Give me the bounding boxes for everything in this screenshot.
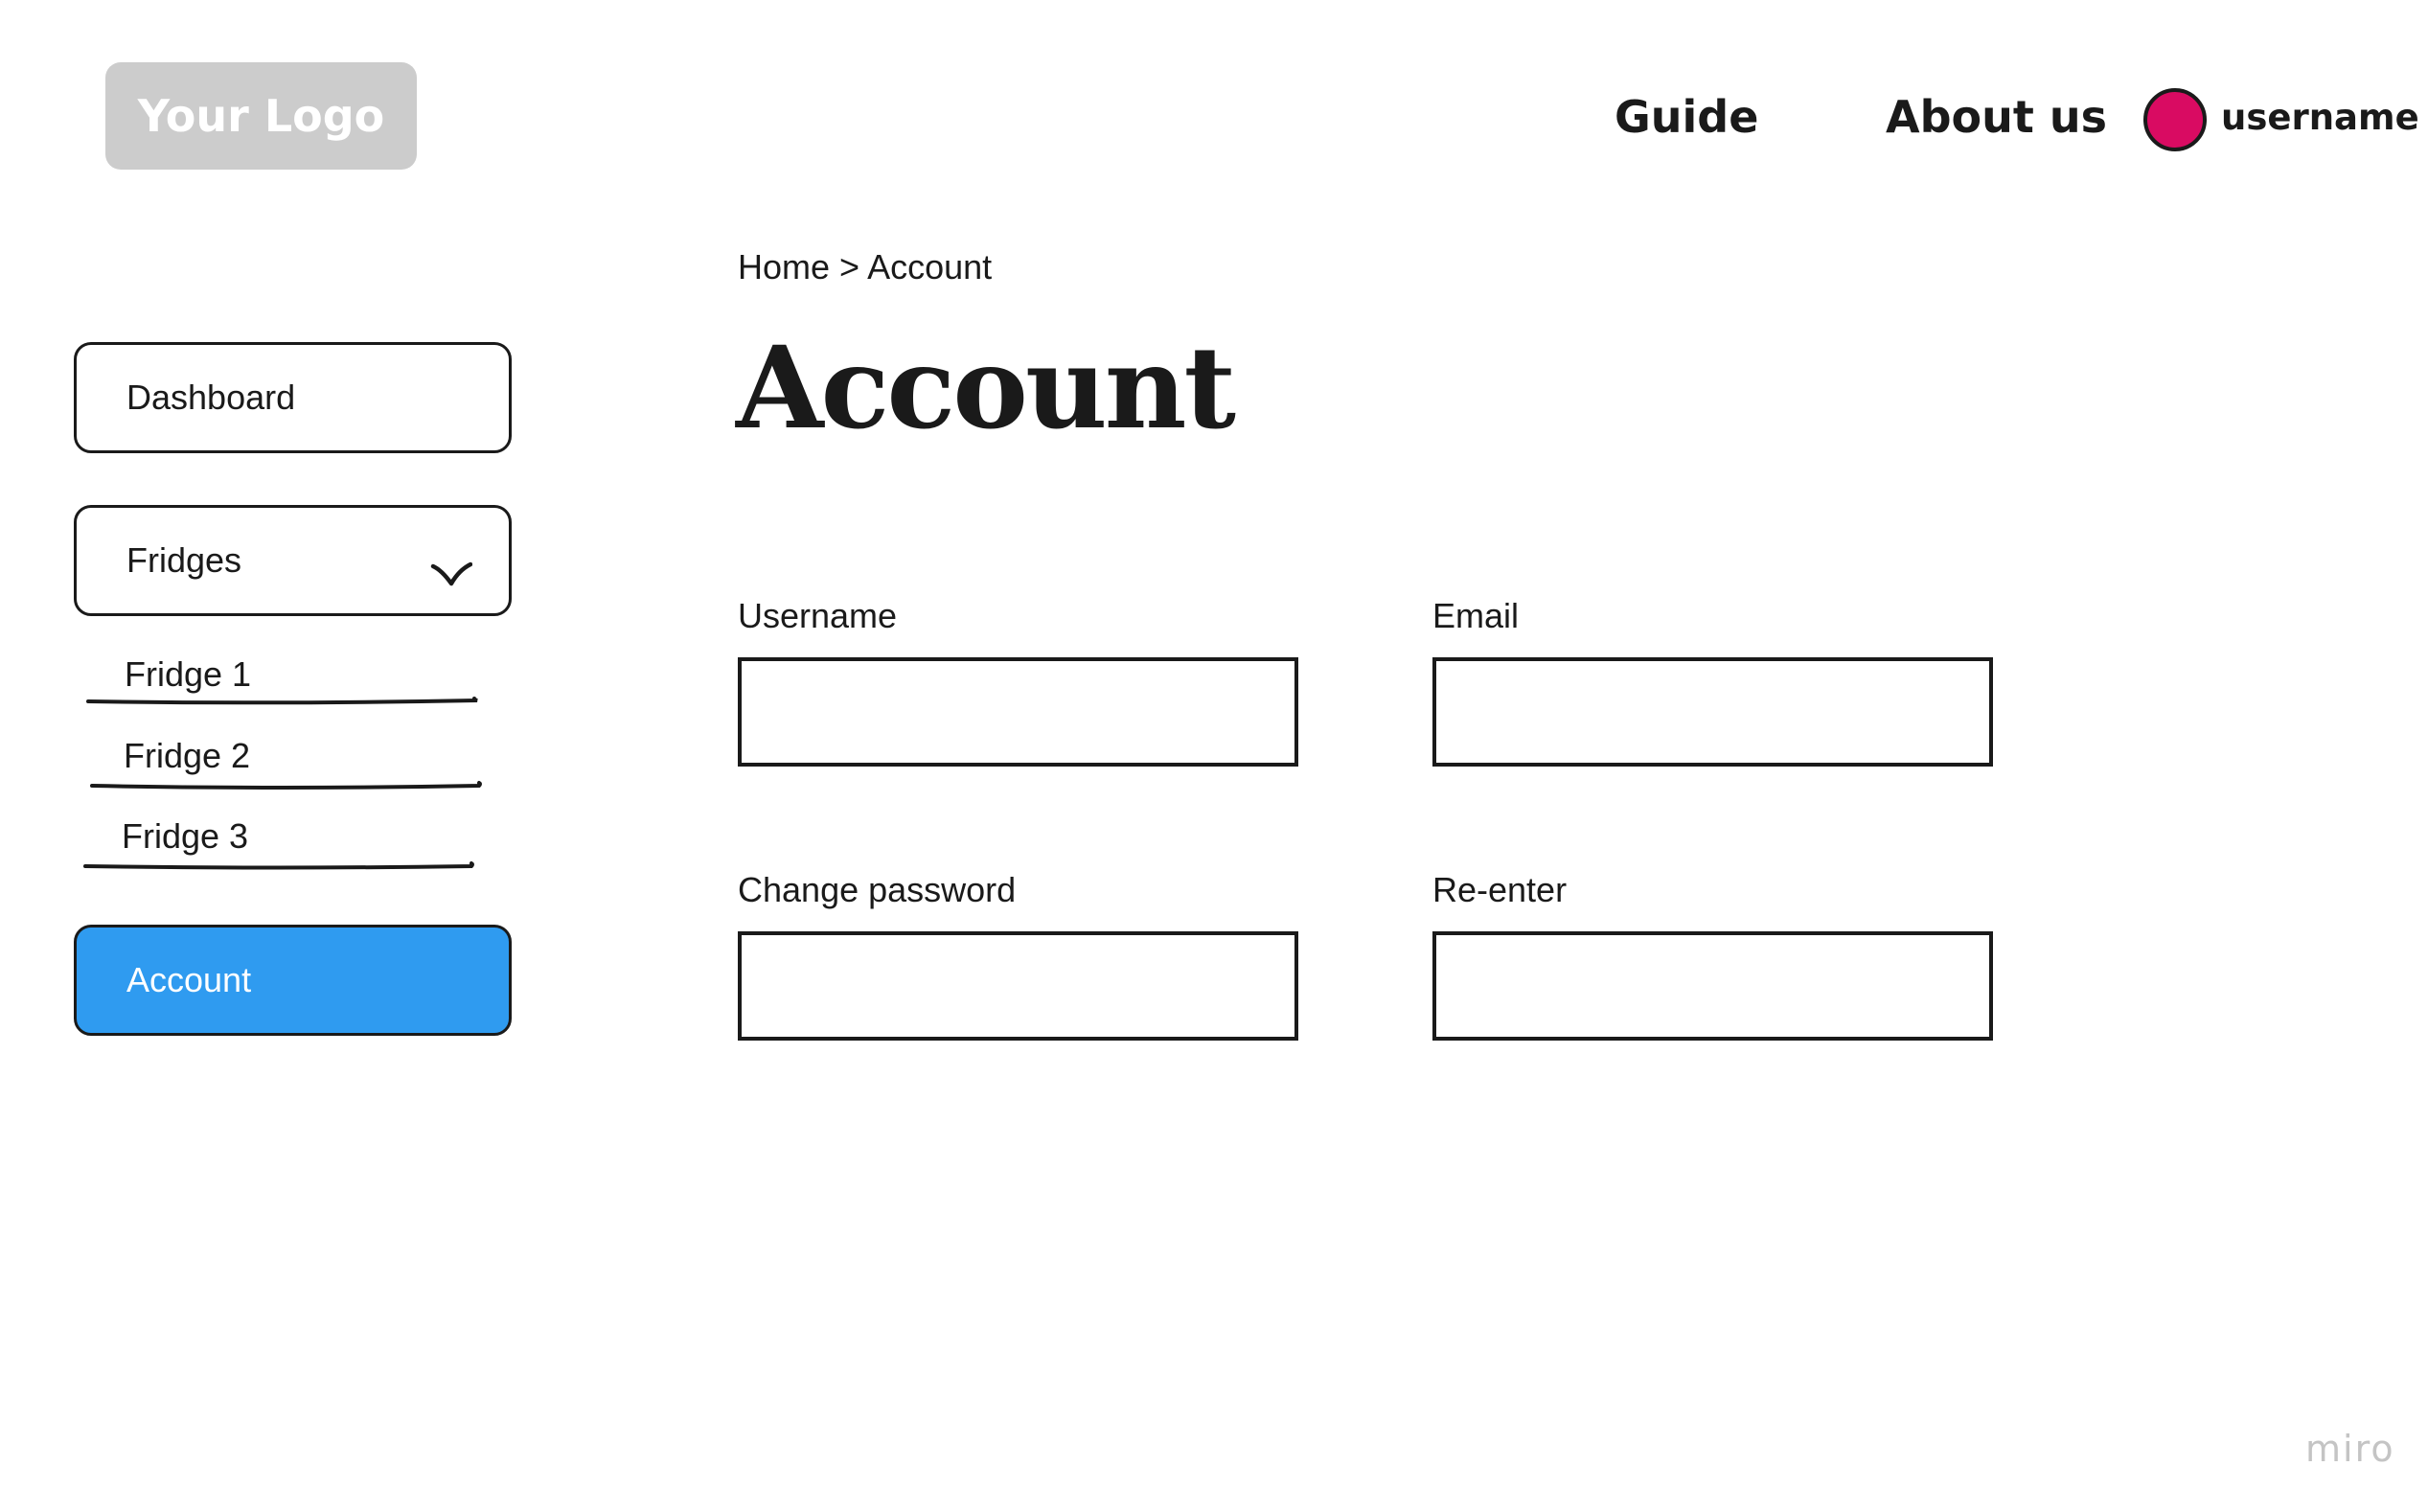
sidebar-subitem-fridge-2[interactable]: Fridge 2 [90,736,483,795]
sidebar-item-account[interactable]: Account [74,925,512,1036]
username-label: Username [738,596,898,635]
chevron-down-icon [430,561,472,586]
username-input[interactable] [738,657,1298,767]
sidebar-item-label: Dashboard [126,378,296,417]
underline [83,861,474,870]
sidebar-subitem-label: Fridge 3 [122,816,249,856]
page-title: Account [736,321,1236,454]
nav-link-about-us[interactable]: About us [1886,86,2107,148]
sidebar-subitem-fridge-3[interactable]: Fridge 3 [83,816,476,876]
change-password-input[interactable] [738,931,1298,1041]
email-label: Email [1432,596,1520,635]
avatar[interactable] [2143,88,2207,151]
logo-text: Your Logo [137,90,385,142]
nav-link-guide[interactable]: Guide [1615,86,1758,148]
sidebar-subitem-label: Fridge 1 [125,654,252,694]
reenter-password-input[interactable] [1432,931,1993,1041]
miro-watermark: miro [2305,1428,2395,1470]
logo[interactable]: Your Logo [105,62,417,170]
reenter-password-label: Re-enter [1432,870,1568,909]
sidebar-item-dashboard[interactable]: Dashboard [74,342,512,453]
page: Your Logo Guide About us username Dashbo… [0,0,2428,1512]
change-password-label: Change password [738,870,1017,909]
sidebar-item-label: Fridges [126,540,242,580]
email-input[interactable] [1432,657,1993,767]
sidebar-item-label: Account [126,960,252,999]
underline [86,697,478,705]
breadcrumb: Home > Account [738,247,993,286]
sidebar-item-fridges[interactable]: Fridges [74,505,512,616]
underline [90,781,482,790]
username-label[interactable]: username [2221,94,2419,142]
sidebar-subitem-fridge-1[interactable]: Fridge 1 [86,654,479,708]
sidebar-subitem-label: Fridge 2 [124,736,251,775]
